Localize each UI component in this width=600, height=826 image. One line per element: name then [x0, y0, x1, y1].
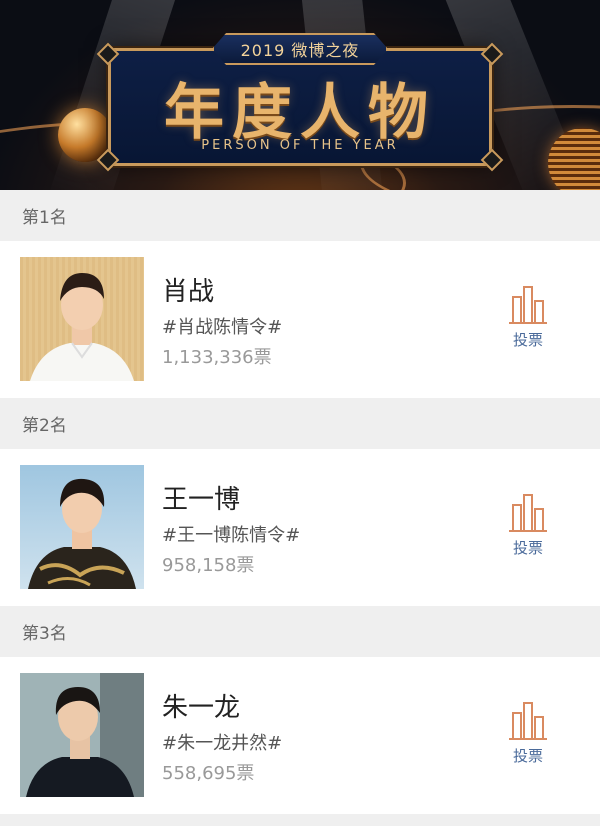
vote-button[interactable]: 投票 [505, 699, 551, 767]
vote-button[interactable]: 投票 [505, 491, 551, 559]
candidate-hashtag[interactable]: #王一博陈情令# [162, 521, 300, 547]
rank-label: 第3名 [22, 624, 67, 644]
vote-button-label: 投票 [512, 331, 543, 349]
banner-subtitle: PERSON OF THE YEAR [201, 138, 399, 153]
bar-chart-icon [509, 286, 547, 324]
candidate-name: 朱一龙 [162, 693, 241, 723]
event-tab: 2019 微博之夜 [212, 33, 388, 65]
candidate-card: 肖战 #肖战陈情令# 1,133,336票 投票 [0, 241, 600, 398]
rank-header: 第1名 [0, 190, 600, 241]
candidate-name: 王一博 [162, 485, 241, 515]
vote-count: 558,695票 [162, 763, 255, 784]
vote-button[interactable]: 投票 [505, 283, 551, 351]
bar-chart-icon [509, 702, 547, 740]
bar-chart-icon [509, 494, 547, 532]
candidate-photo [20, 465, 144, 589]
rank-label: 第1名 [22, 208, 67, 228]
vote-button-label: 投票 [512, 747, 543, 765]
list-footer-spacer [0, 814, 600, 826]
vote-button-label: 投票 [512, 539, 543, 557]
candidate-hashtag[interactable]: #肖战陈情令# [162, 313, 282, 339]
year-person-banner: 2019 微博之夜 年度人物 PERSON OF THE YEAR [0, 0, 600, 190]
rank-label: 第2名 [22, 416, 67, 436]
candidate-photo [20, 257, 144, 381]
rank-header: 第2名 [0, 398, 600, 449]
event-title: 2019 微博之夜 [240, 41, 360, 60]
vote-count: 958,158票 [162, 555, 255, 576]
candidate-card: 朱一龙 #朱一龙井然# 558,695票 投票 [0, 657, 600, 814]
vote-count: 1,133,336票 [162, 347, 272, 368]
candidate-name: 肖战 [162, 277, 215, 307]
candidate-hashtag[interactable]: #朱一龙井然# [162, 729, 282, 755]
rank-header: 第3名 [0, 606, 600, 657]
candidate-card: 王一博 #王一博陈情令# 958,158票 投票 [0, 449, 600, 606]
candidate-photo [20, 673, 144, 797]
